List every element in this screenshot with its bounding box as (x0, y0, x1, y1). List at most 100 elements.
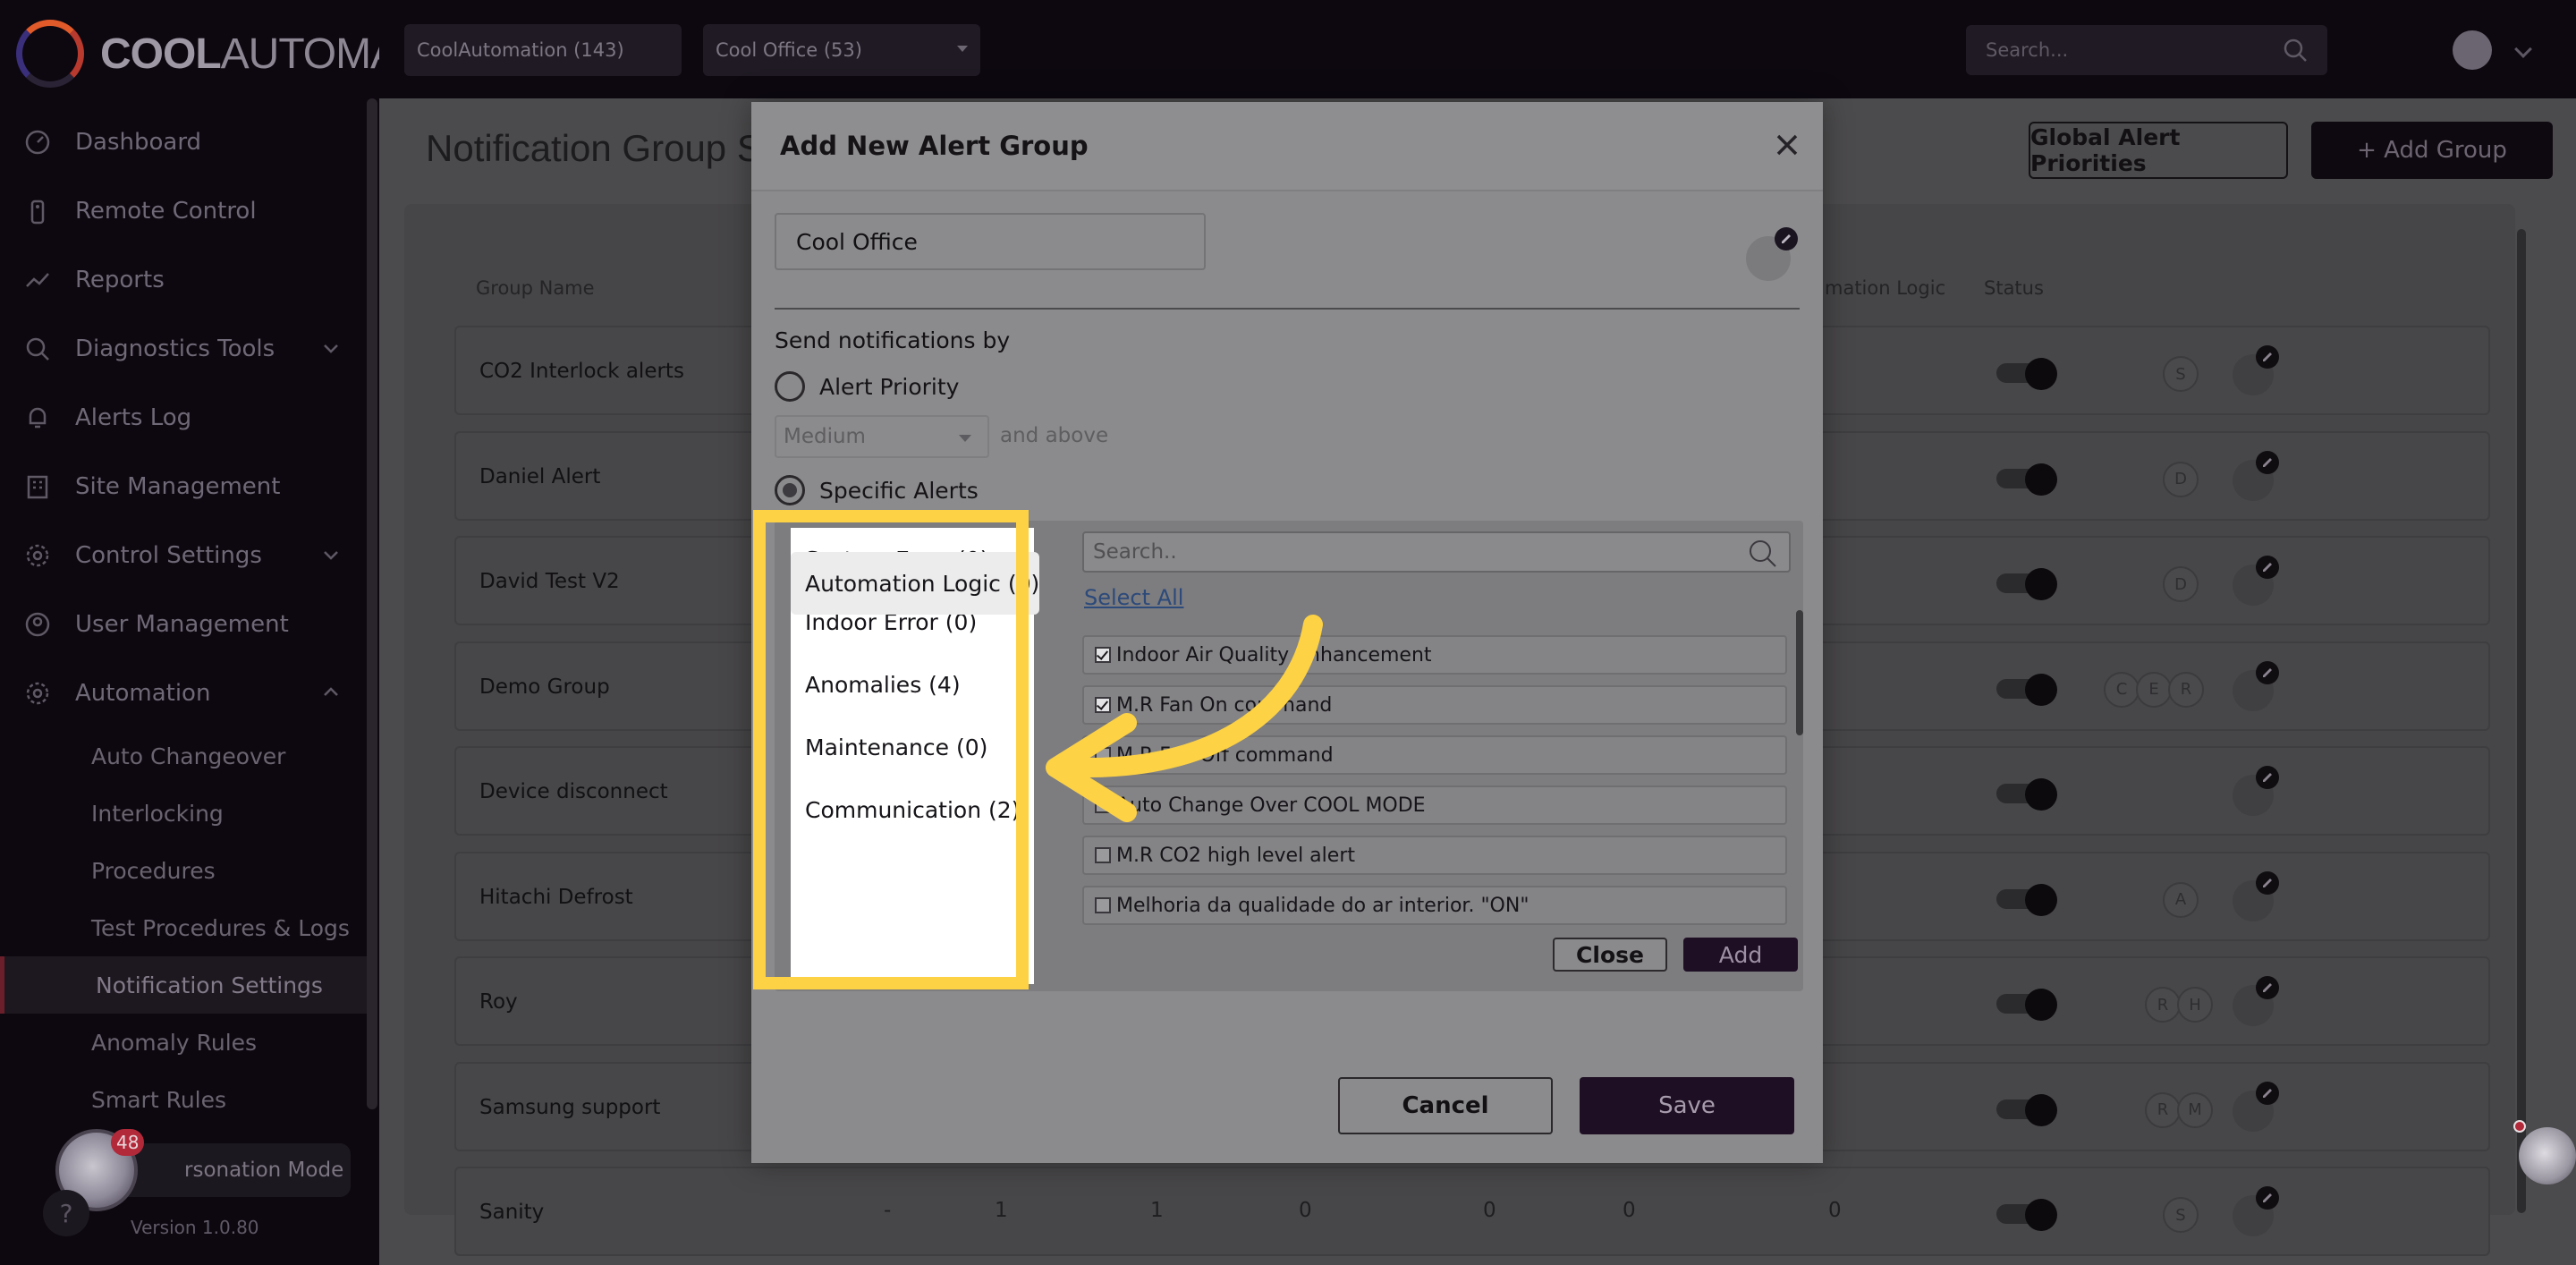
alerts-search-placeholder: Search.. (1093, 540, 1177, 564)
edit-icon[interactable] (2256, 976, 2279, 999)
add-group-button[interactable]: + Add Group (2311, 122, 2553, 179)
sidebar-subitem-procedures[interactable]: Procedures (0, 842, 369, 899)
alerts-scrollbar[interactable] (1796, 610, 1803, 735)
priority-select[interactable]: Medium (775, 415, 989, 458)
status-toggle[interactable] (1996, 463, 2059, 496)
member-chips: S (2163, 356, 2199, 392)
alert-priority-option[interactable]: Alert Priority (775, 369, 959, 404)
chevron-up-icon[interactable] (320, 682, 342, 703)
cancel-button[interactable]: Cancel (1338, 1077, 1553, 1134)
dialog-title: Add New Alert Group (780, 131, 1089, 161)
bell-icon (23, 403, 52, 432)
close-button[interactable]: Close (1553, 938, 1667, 972)
highlight-frame (753, 510, 1029, 989)
alerts-search-input[interactable]: Search.. (1082, 531, 1791, 573)
table-cell: 0 (1299, 1199, 1312, 1222)
chevron-down-icon[interactable] (320, 337, 342, 359)
sidebar-subitem-interlocking[interactable]: Interlocking (0, 785, 369, 842)
sidebar-item-dashboard[interactable]: Dashboard (0, 107, 369, 176)
search-input[interactable]: Search... (1966, 25, 2327, 75)
customer-select[interactable]: CoolAutomation (143) (404, 24, 682, 76)
checkbox[interactable] (1095, 897, 1111, 913)
close-icon[interactable] (1771, 129, 1803, 161)
toggle-knob (2025, 463, 2057, 496)
alert-priority-radio[interactable] (775, 371, 805, 402)
sidebar-subitem-test-procedures[interactable]: Test Procedures & Logs (0, 899, 369, 956)
sidebar-item-diagnostics-tools[interactable]: Diagnostics Tools (0, 314, 369, 383)
impersonation-widget[interactable]: rsonation Mode 48 (55, 1129, 351, 1226)
member-chips: CER (2104, 671, 2204, 708)
sidebar-item-reports[interactable]: Reports (0, 245, 369, 314)
status-toggle[interactable] (1996, 1093, 2059, 1126)
column-header-status: Status (1984, 277, 2044, 299)
toggle-knob (2025, 568, 2057, 600)
status-toggle[interactable] (1996, 358, 2059, 390)
sidebar-item-label: Site Management (75, 472, 281, 500)
chevron-down-icon[interactable] (320, 544, 342, 565)
impersonation-label[interactable]: rsonation Mode (118, 1143, 351, 1197)
status-toggle[interactable] (1996, 883, 2059, 916)
site-select[interactable]: Cool Office (53) (703, 24, 980, 76)
arrow-annotation-icon (1046, 615, 1323, 822)
status-toggle[interactable] (1996, 778, 2059, 811)
edit-icon[interactable] (1775, 227, 1798, 250)
user-avatar-icon[interactable] (2453, 30, 2492, 70)
sidebar-item-automation[interactable]: Automation (0, 658, 369, 727)
sidebar-item-label: Dashboard (75, 128, 202, 156)
group-name-cell: CO2 Interlock alerts (479, 360, 684, 383)
sidebar-item-alerts-log[interactable]: Alerts Log (0, 383, 369, 452)
edit-icon[interactable] (2256, 1081, 2279, 1105)
group-name-cell: Demo Group (479, 675, 610, 699)
group-name-cell: Daniel Alert (479, 464, 601, 488)
sidebar-subitem-auto-changeover[interactable]: Auto Changeover (0, 727, 369, 785)
sidebar-item-control-settings[interactable]: Control Settings (0, 521, 369, 590)
status-toggle[interactable] (1996, 568, 2059, 600)
edit-icon[interactable] (2256, 1186, 2279, 1210)
add-button[interactable]: Add (1683, 938, 1798, 972)
help-icon[interactable]: ? (43, 1190, 89, 1236)
sidebar-item-remote-control[interactable]: Remote Control (0, 176, 369, 245)
alert-list-item[interactable]: Melhoria da qualidade do ar interior. "O… (1082, 886, 1787, 925)
sidebar-item-label: Automation (75, 679, 211, 707)
alert-priority-label: Alert Priority (819, 373, 960, 400)
table-row[interactable]: Sanity S (454, 1167, 2490, 1256)
chevron-down-icon[interactable] (2514, 40, 2532, 58)
alert-list-item[interactable]: M.R CO2 high level alert (1082, 836, 1787, 875)
member-chip: E (2136, 671, 2172, 708)
sidebar-item-user-management[interactable]: User Management (0, 590, 369, 658)
member-chip: C (2104, 671, 2140, 708)
global-alert-priorities-button[interactable]: Global Alert Priorities (2029, 122, 2288, 179)
edit-icon[interactable] (2256, 556, 2279, 579)
chat-bubble-icon[interactable] (2519, 1127, 2576, 1184)
group-name-field[interactable]: Cool Office (775, 213, 1206, 270)
specific-alerts-radio[interactable] (775, 475, 805, 505)
table-cell: 1 (1150, 1199, 1164, 1222)
user-icon (23, 610, 52, 639)
send-by-label: Send notifications by (775, 327, 1011, 353)
sidebar-scrollbar[interactable] (367, 98, 377, 1109)
checkbox[interactable] (1095, 847, 1111, 863)
sidebar-subitem-anomaly-rules[interactable]: Anomaly Rules (0, 1014, 369, 1071)
edit-icon[interactable] (2256, 766, 2279, 789)
status-toggle[interactable] (1996, 989, 2059, 1021)
sidebar-item-site-management[interactable]: Site Management (0, 452, 369, 521)
table-cell: 0 (1828, 1199, 1842, 1222)
status-toggle[interactable] (1996, 1199, 2059, 1231)
edit-icon[interactable] (2256, 870, 2279, 895)
select-all-link[interactable]: Select All (1084, 585, 1183, 610)
toggle-knob (2025, 1093, 2057, 1126)
save-button[interactable]: Save (1580, 1077, 1794, 1134)
search-icon (1750, 540, 1776, 567)
content-scrollbar[interactable] (2517, 229, 2526, 1213)
sidebar-subitem-notification-settings[interactable]: Notification Settings (0, 956, 369, 1014)
group-name-cell: Sanity (479, 1201, 545, 1224)
edit-icon[interactable] (2256, 660, 2279, 684)
column-header-group-name: Group Name (476, 277, 595, 299)
edit-icon[interactable] (2256, 345, 2279, 369)
status-toggle[interactable] (1996, 673, 2059, 706)
sidebar-subitem-smart-rules[interactable]: Smart Rules (0, 1071, 369, 1128)
edit-icon[interactable] (2256, 450, 2279, 474)
divider (775, 308, 1800, 310)
specific-alerts-option[interactable]: Specific Alerts (775, 472, 979, 508)
member-chip: R (2145, 987, 2181, 1023)
